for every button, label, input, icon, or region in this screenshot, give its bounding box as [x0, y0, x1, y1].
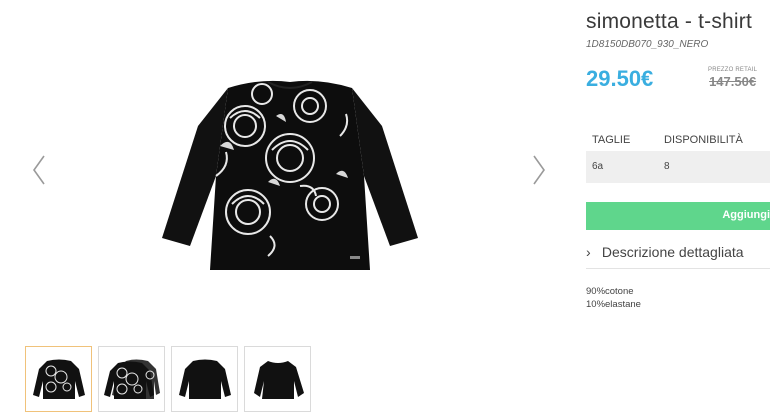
composition-item: 10%elastane: [586, 299, 641, 310]
composition-list: 90%cotone 10%elastane: [586, 285, 770, 311]
table-row[interactable]: 6a 8: [586, 151, 770, 183]
retail-price-label: PREZZO RETAIL: [708, 67, 758, 73]
gallery-prev-button[interactable]: [28, 150, 52, 190]
add-to-cart-button[interactable]: Aggiungi: [586, 202, 770, 230]
availability-column-header: DISPONIBILITÀ: [664, 134, 743, 146]
table-header-row: TAGLIE DISPONIBILITÀ: [586, 128, 770, 151]
description-toggle[interactable]: › Descrizione dettagliata: [586, 244, 770, 269]
chevron-left-icon: [33, 155, 45, 185]
size-column-header: TAGLIE: [592, 134, 631, 146]
thumbnail-4[interactable]: [244, 346, 311, 412]
availability-cell: 8: [658, 151, 770, 183]
product-main-image: [150, 66, 430, 280]
thumbnail-strip: [25, 346, 311, 412]
thumbnail-3[interactable]: [171, 346, 238, 412]
chevron-right-icon: [533, 155, 545, 185]
description-toggle-label: Descrizione dettagliata: [601, 244, 744, 260]
retail-price-block: PREZZO RETAIL 147.50€: [708, 67, 757, 89]
size-cell: 6a: [586, 151, 658, 183]
thumbnail-1[interactable]: [25, 346, 92, 412]
composition-item: 90%cotone: [586, 286, 634, 297]
gallery-next-button[interactable]: [526, 150, 550, 190]
retail-price: 147.50€: [709, 74, 757, 89]
product-code: 1D8150DB070_930_NERO: [586, 39, 709, 50]
product-gallery: [0, 0, 560, 340]
price-row: 29.50€ PREZZO RETAIL 147.50€: [586, 66, 770, 100]
chevron-right-icon: ›: [586, 244, 591, 260]
size-availability-table: TAGLIE DISPONIBILITÀ 6a 8: [586, 128, 770, 183]
product-title: simonetta - t-shirt: [586, 10, 753, 33]
product-price: 29.50€: [586, 66, 654, 91]
product-info: simonetta - t-shirt 1D8150DB070_930_NERO…: [586, 10, 770, 311]
thumbnail-2[interactable]: [98, 346, 165, 412]
